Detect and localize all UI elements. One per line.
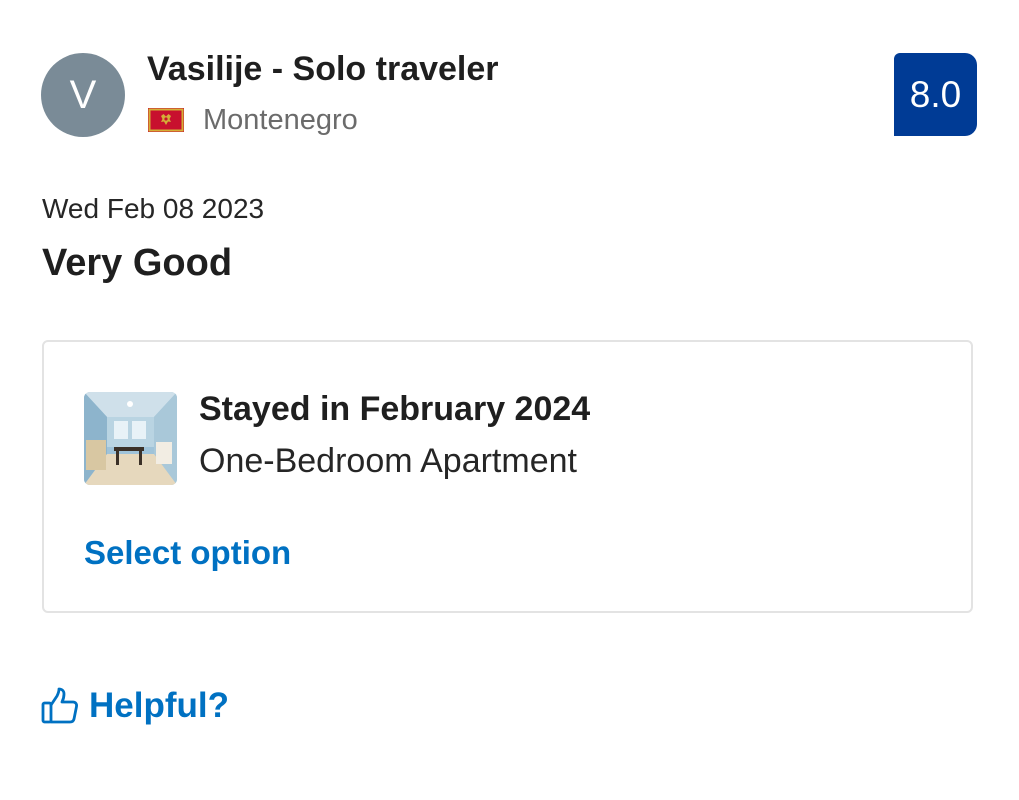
avatar: V (41, 53, 125, 137)
reviewer-name: Vasilije - Solo traveler (147, 50, 499, 88)
montenegro-flag-icon (148, 108, 184, 132)
review-card: V Vasilije - Solo traveler Montenegro 8.… (0, 0, 1019, 800)
review-title: Very Good (42, 242, 233, 284)
review-date: Wed Feb 08 2023 (42, 193, 265, 224)
room-type: One-Bedroom Apartment (199, 442, 577, 480)
select-option-link[interactable]: Select option (84, 534, 291, 572)
thumbs-up-icon (41, 687, 78, 724)
stay-info-card: Stayed in February 2024 One-Bedroom Apar… (42, 340, 973, 613)
reviewer-country: Montenegro (203, 104, 358, 136)
review-score-badge: 8.0 (894, 53, 977, 136)
helpful-label: Helpful? (89, 686, 229, 725)
helpful-button[interactable]: Helpful? (40, 684, 229, 728)
stay-date: Stayed in February 2024 (199, 390, 591, 428)
apartment-thumbnail (84, 392, 177, 485)
